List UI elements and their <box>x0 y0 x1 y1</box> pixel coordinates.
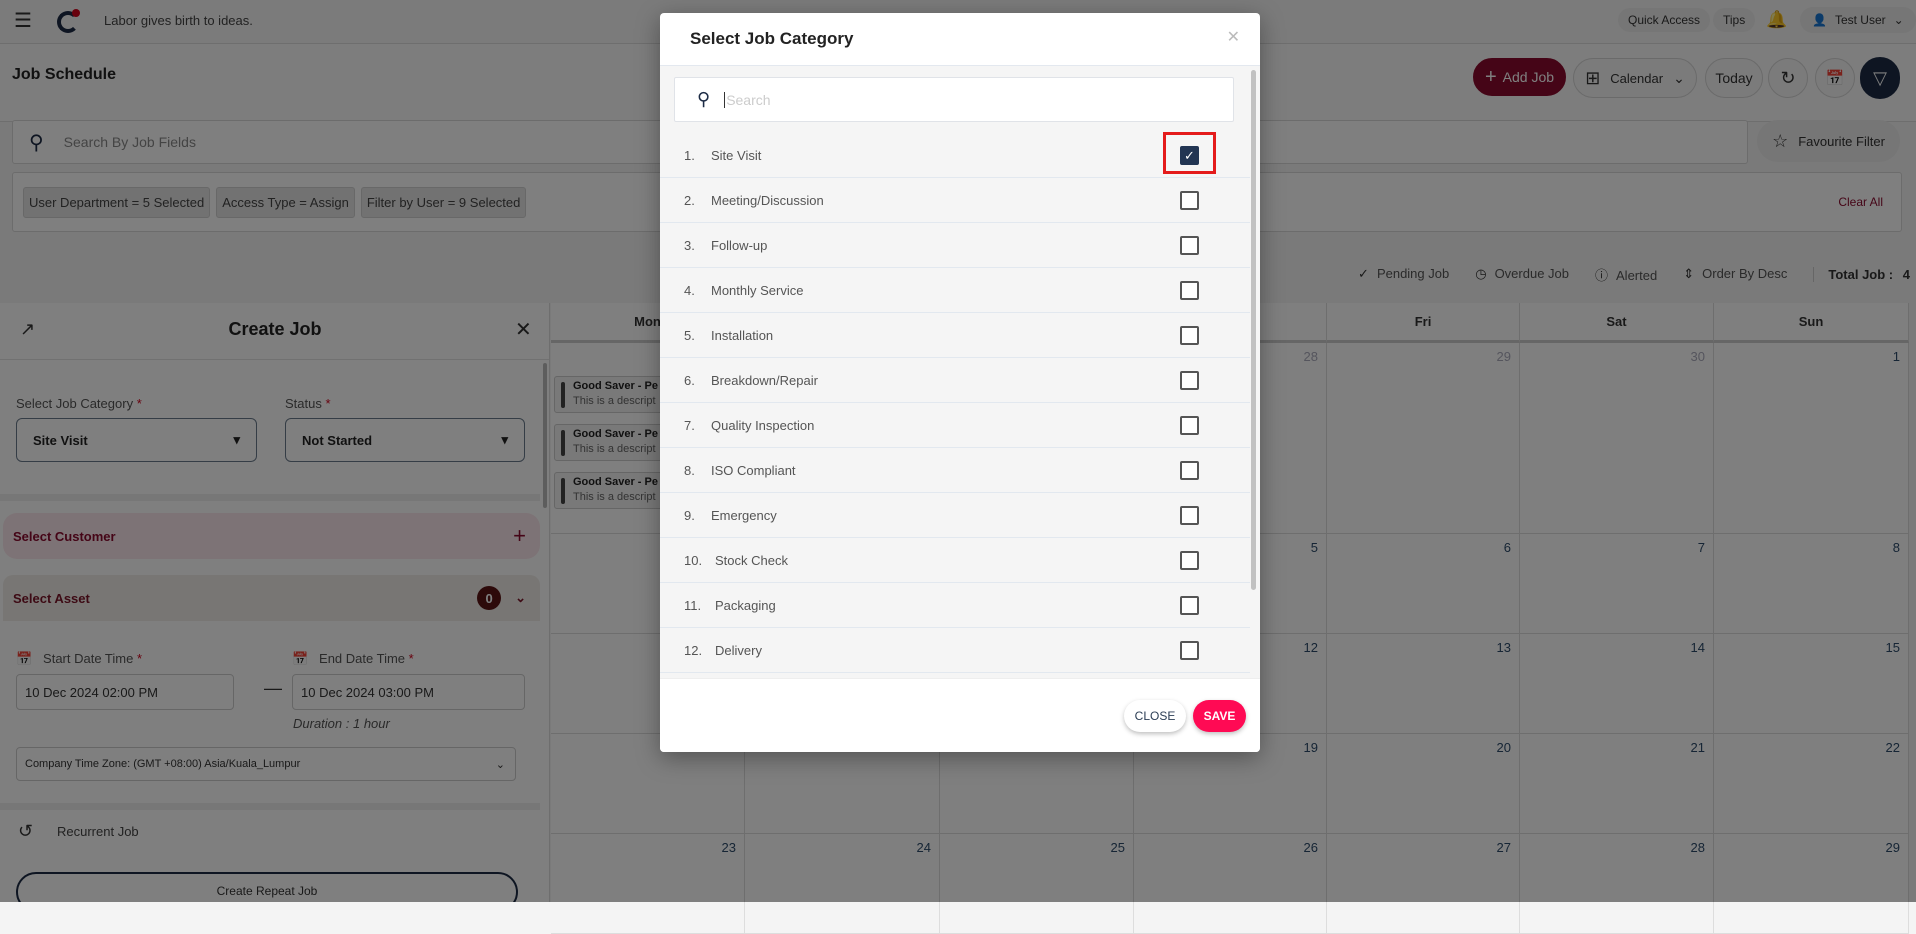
category-option[interactable]: 9. Emergency <box>660 493 1250 538</box>
option-number: 9. <box>684 507 695 523</box>
highlight-box <box>1163 132 1216 174</box>
option-number: 10. <box>684 552 703 568</box>
category-search-input[interactable]: ⚲ Search <box>674 77 1234 122</box>
option-number: 6. <box>684 372 695 388</box>
close-icon[interactable]: ✕ <box>1227 27 1240 47</box>
option-checkbox[interactable] <box>1180 326 1199 345</box>
category-option[interactable]: 8. ISO Compliant <box>660 448 1250 493</box>
category-option[interactable]: 10. Stock Check <box>660 538 1250 583</box>
category-option[interactable]: 4. Monthly Service <box>660 268 1250 313</box>
category-option[interactable]: 7. Quality Inspection <box>660 403 1250 448</box>
save-button[interactable]: SAVE <box>1193 700 1246 732</box>
category-option[interactable]: 12. Delivery <box>660 628 1250 673</box>
option-label: Emergency <box>711 507 777 523</box>
category-option[interactable]: 6. Breakdown/Repair <box>660 358 1250 403</box>
option-number: 7. <box>684 417 695 433</box>
option-label: Monthly Service <box>711 282 804 298</box>
search-icon: ⚲ <box>697 89 711 109</box>
option-checkbox[interactable] <box>1180 416 1199 435</box>
option-checkbox[interactable] <box>1180 191 1199 210</box>
select-job-category-modal: Select Job Category ✕ ⚲ Search 1. Site Vi… <box>660 13 1260 752</box>
option-number: 4. <box>684 282 695 298</box>
modal-footer: CLOSE SAVE <box>660 678 1260 752</box>
option-number: 12. <box>684 642 703 658</box>
option-label: Delivery <box>715 642 762 658</box>
modal-header: Select Job Category ✕ <box>660 13 1260 66</box>
option-number: 3. <box>684 237 695 253</box>
option-checkbox[interactable] <box>1180 641 1199 660</box>
option-number: 8. <box>684 462 695 478</box>
option-label: Installation <box>711 327 774 343</box>
search-placeholder: Search <box>724 91 771 108</box>
option-label: Packaging <box>715 597 776 613</box>
option-checkbox[interactable] <box>1180 371 1199 390</box>
option-number: 11. <box>684 597 702 613</box>
category-option[interactable]: 2. Meeting/Discussion <box>660 178 1250 223</box>
option-label: Quality Inspection <box>711 417 815 433</box>
option-number: 2. <box>684 192 695 208</box>
option-checkbox[interactable] <box>1180 506 1199 525</box>
option-label: Stock Check <box>715 552 788 568</box>
option-number: 1. <box>684 147 695 163</box>
category-option[interactable]: 5. Installation <box>660 313 1250 358</box>
option-checkbox[interactable] <box>1180 596 1199 615</box>
category-option[interactable]: 1. Site Visit ✓ <box>660 133 1250 178</box>
option-label: Site Visit <box>711 147 762 163</box>
category-option[interactable]: 3. Follow-up <box>660 223 1250 268</box>
option-checkbox[interactable] <box>1180 236 1199 255</box>
option-checkbox[interactable] <box>1180 551 1199 570</box>
modal-scrollbar[interactable] <box>1251 70 1256 590</box>
close-button[interactable]: CLOSE <box>1124 700 1186 732</box>
option-label: Follow-up <box>711 237 768 253</box>
option-number: 5. <box>684 327 695 343</box>
option-label: Breakdown/Repair <box>711 372 818 388</box>
category-option[interactable]: 11. Packaging <box>660 583 1250 628</box>
option-checkbox[interactable] <box>1180 281 1199 300</box>
option-label: Meeting/Discussion <box>711 192 824 208</box>
option-checkbox[interactable] <box>1180 461 1199 480</box>
option-label: ISO Compliant <box>711 462 796 478</box>
modal-title: Select Job Category <box>690 29 854 48</box>
